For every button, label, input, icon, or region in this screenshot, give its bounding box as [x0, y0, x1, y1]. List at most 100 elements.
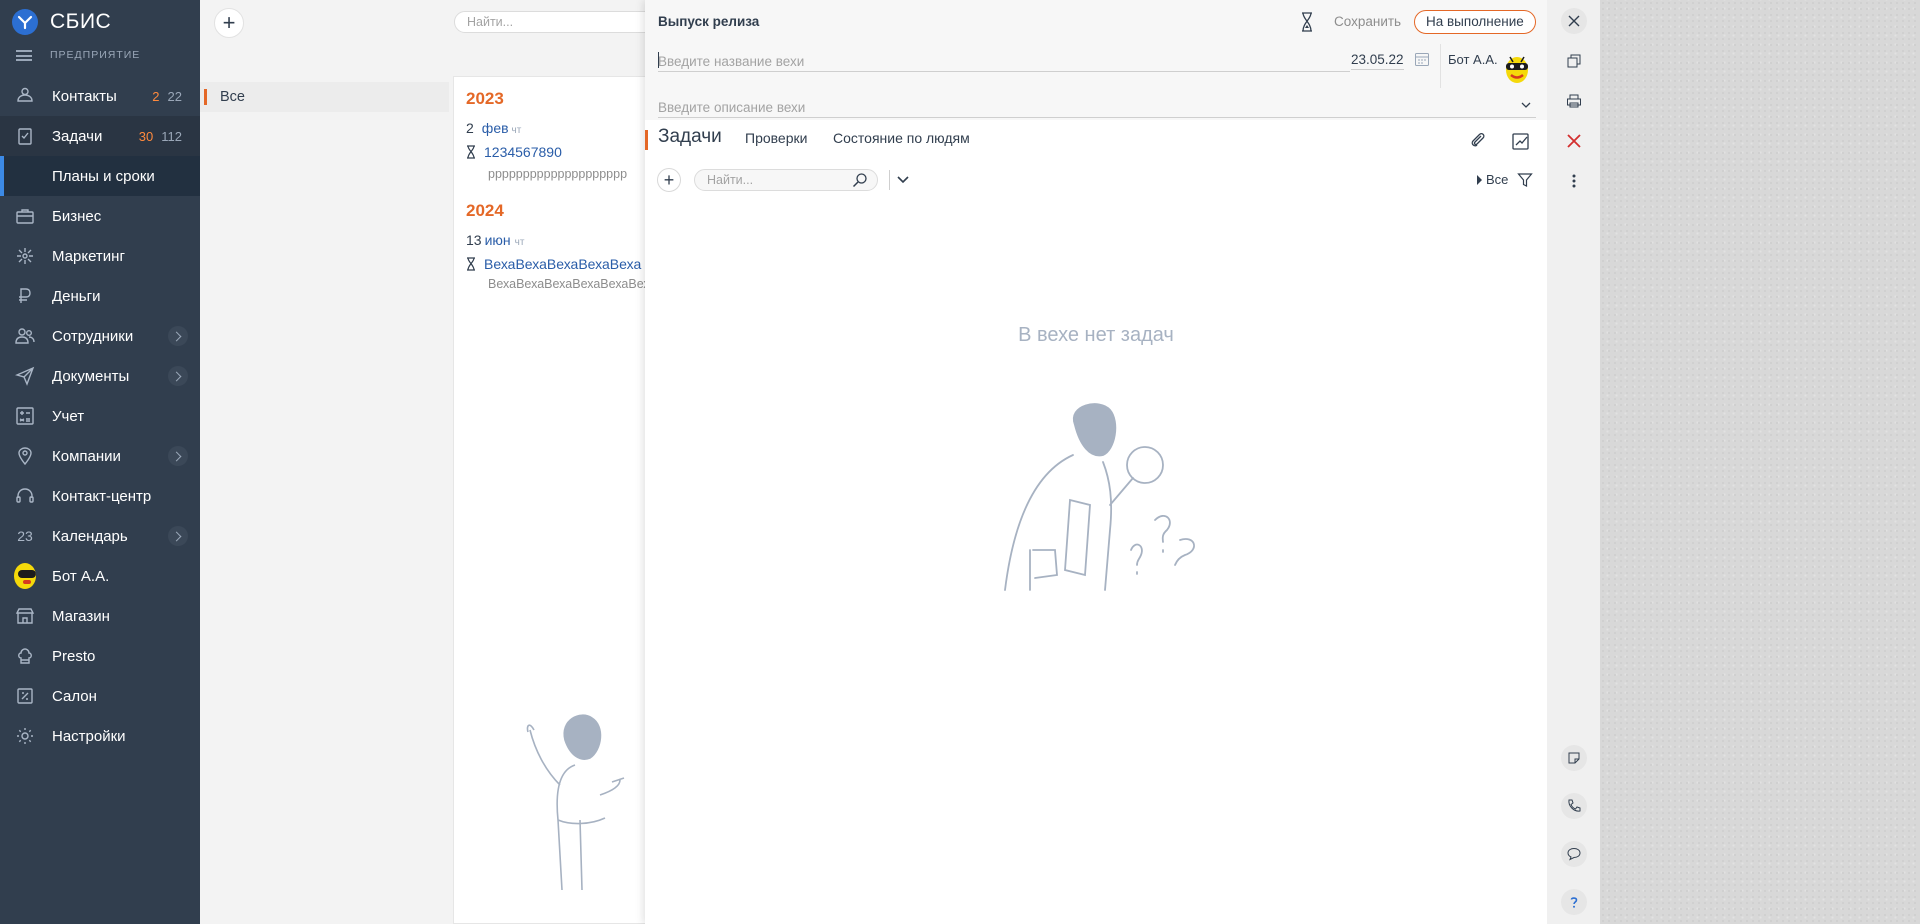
sidebar-item-companies[interactable]: Компании [0, 436, 200, 476]
sidebar-item-contact-center[interactable]: Контакт-центр [0, 476, 200, 516]
card-tabs: Задачи Проверки Состояние по людям [645, 124, 1547, 158]
sidebar-item-documents[interactable]: Документы [0, 356, 200, 396]
date-row: 2 фев чт [466, 120, 521, 136]
search-icon[interactable] [852, 172, 868, 188]
note-button[interactable] [1561, 745, 1587, 771]
sidebar-item-label: Бот А.А. [52, 567, 110, 585]
paper-plane-icon [14, 365, 36, 387]
status-button[interactable]: На выполнение [1414, 10, 1536, 34]
tab-checks[interactable]: Проверки [745, 130, 807, 146]
copy-button[interactable] [1561, 48, 1587, 74]
text-caret [658, 52, 659, 68]
list-item[interactable]: ВехаВехаВехаВехаВеха [466, 256, 641, 272]
owner-name[interactable]: Бот А.А. [1448, 52, 1498, 67]
print-button[interactable] [1561, 88, 1587, 114]
chart-edit-icon[interactable] [1511, 131, 1531, 151]
calculator-icon [14, 405, 36, 427]
milestone-description-field[interactable] [658, 98, 1536, 118]
add-task-button[interactable]: + [657, 168, 681, 192]
total-count-badge: 22 [167, 88, 182, 104]
hourglass-icon [466, 145, 476, 159]
sidebar-item-contacts[interactable]: Контакты 2 22 [0, 76, 200, 116]
help-button[interactable] [1561, 889, 1587, 915]
sidebar-nav: Контакты 2 22 Задачи 30 112 Планы и сроки … [0, 76, 200, 756]
new-count-badge: 2 [152, 88, 160, 104]
logo-text: СБИС [50, 10, 112, 33]
sidebar-item-money[interactable]: Деньги [0, 276, 200, 316]
save-button[interactable]: Сохранить [1334, 14, 1401, 29]
sidebar-item-store[interactable]: Магазин [0, 596, 200, 636]
chat-button[interactable] [1561, 841, 1587, 867]
avatar [14, 563, 36, 589]
sidebar-item-tasks[interactable]: Задачи 30 112 [0, 116, 200, 156]
empty-state-illustration [1004, 403, 1195, 591]
chevron-down-icon[interactable] [1521, 100, 1531, 110]
item-subtitle: рррррррррррррррррррр [488, 167, 628, 181]
printer-icon [1567, 94, 1581, 108]
sidebar-item-label: Деньги [52, 287, 101, 305]
paperclip-icon[interactable] [1468, 131, 1488, 151]
year-header: 2023 [466, 89, 504, 108]
background-texture [1600, 0, 1920, 924]
sidebar-item-bot[interactable]: Бот А.А. [0, 556, 200, 596]
tab-people-status[interactable]: Состояние по людям [833, 130, 970, 146]
total-count-badge: 112 [161, 128, 182, 144]
sidebar-item-employees[interactable]: Сотрудники [0, 316, 200, 356]
call-button[interactable] [1561, 793, 1587, 819]
tab-tasks[interactable]: Задачи [658, 126, 722, 148]
filter-icon[interactable] [1517, 172, 1533, 188]
sidebar: СБИС ПРЕДПРИЯТИЕ Контакты 2 22 Задачи 30 1… [0, 0, 200, 924]
sidebar-item-label: Контакт-центр [52, 487, 152, 505]
help-icon [1570, 897, 1578, 908]
sidebar-item-label: Задачи [52, 127, 103, 145]
sidebar-item-label: Салон [52, 687, 97, 705]
month: июн [484, 232, 511, 248]
add-button[interactable]: + [214, 8, 244, 38]
date-field[interactable]: 23.05.22 [1351, 52, 1404, 70]
sidebar-item-presto[interactable]: Presto [0, 636, 200, 676]
sidebar-item-label: Планы и сроки [52, 167, 155, 185]
filter-summary[interactable]: Все [1477, 172, 1508, 187]
menu-icon[interactable] [16, 49, 32, 61]
list-item[interactable]: 1234567890 [466, 144, 562, 160]
new-count-badge: 30 [138, 128, 154, 144]
empty-illustration [526, 714, 625, 891]
day: 13 [466, 232, 482, 248]
calendar-icon: 23 [17, 528, 33, 544]
task-search-input[interactable]: Найти... [694, 169, 878, 191]
gear-icon [14, 725, 36, 747]
close-button[interactable] [1561, 8, 1587, 34]
sidebar-item-label: Настройки [52, 727, 126, 745]
card-header: Выпуск релиза Сохранить На выполнение 23… [645, 0, 1547, 120]
app-logo[interactable]: СБИС [12, 9, 111, 35]
expand-chevron-icon[interactable] [168, 446, 188, 466]
item-title: ВехаВехаВехаВехаВеха [484, 256, 642, 272]
year-header: 2024 [466, 201, 504, 220]
sidebar-item-salon[interactable]: Салон [0, 676, 200, 716]
expand-chevron-icon[interactable] [168, 526, 188, 546]
org-switcher[interactable]: ПРЕДПРИЯТИЕ [16, 49, 140, 61]
sidebar-item-accounting[interactable]: Учет [0, 396, 200, 436]
sidebar-item-plans[interactable]: Планы и сроки [0, 156, 200, 196]
empty-state-text: В вехе нет задач [1018, 324, 1174, 346]
sidebar-item-label: Бизнес [52, 207, 102, 225]
divider [1440, 44, 1441, 88]
calendar-icon[interactable] [1414, 51, 1430, 67]
owner-avatar[interactable] [1500, 52, 1534, 86]
folder-all[interactable]: Все [200, 82, 449, 112]
delete-button[interactable] [1561, 128, 1587, 154]
more-button[interactable] [1561, 168, 1587, 194]
chevron-down-icon[interactable] [896, 174, 910, 186]
expand-chevron-icon[interactable] [168, 326, 188, 346]
expand-chevron-icon[interactable] [168, 366, 188, 386]
sidebar-item-calendar[interactable]: 23 Календарь [0, 516, 200, 556]
sidebar-item-marketing[interactable]: Маркетинг [0, 236, 200, 276]
milestone-name-field[interactable] [658, 52, 1350, 72]
item-title: 1234567890 [484, 144, 562, 160]
search-input[interactable]: Найти... [454, 11, 674, 33]
sidebar-item-business[interactable]: Бизнес [0, 196, 200, 236]
sidebar-item-settings[interactable]: Настройки [0, 716, 200, 756]
phone-icon [1568, 799, 1581, 812]
hourglass-icon[interactable] [1300, 12, 1314, 35]
tasks-icon [14, 125, 36, 147]
